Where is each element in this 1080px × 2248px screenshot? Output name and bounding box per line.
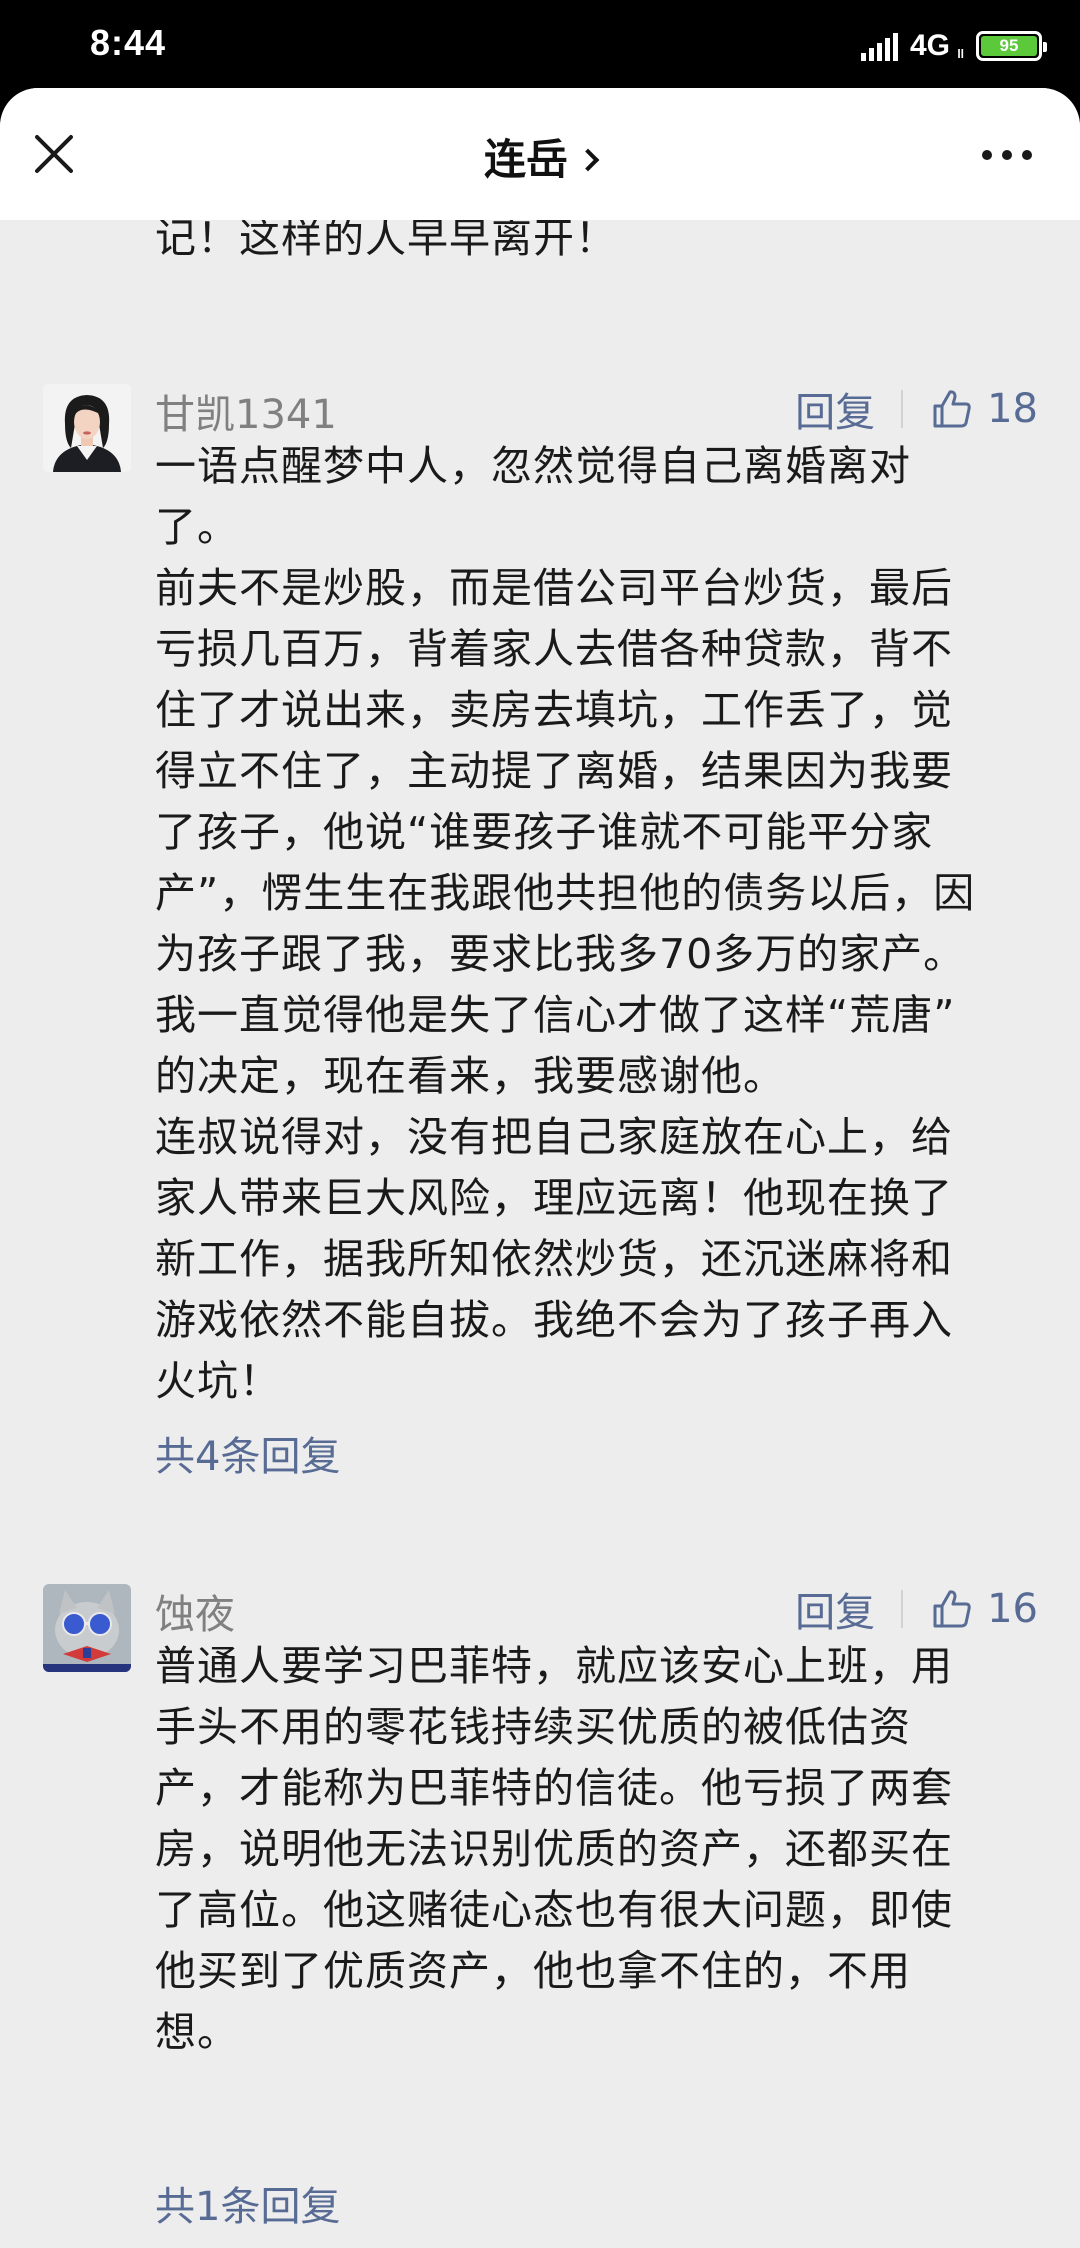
thumbs-up-icon[interactable] [931,1588,973,1630]
like-count: 16 [987,1586,1038,1632]
status-bar: 8:44 4G ll 95 [0,0,1080,92]
comment-line: 前夫不是炒股，而是借公司平台炒货，最后 [155,564,953,612]
comment-line: 一语点醒梦中人，忽然觉得自己离婚离对 [155,442,911,490]
more-options-icon[interactable] [982,150,1032,160]
status-time: 8:44 [90,22,167,63]
comment-text: 一语点醒梦中人，忽然觉得自己离婚离对 了。 前夫不是炒股，而是借公司平台炒货，最… [155,436,1035,1412]
action-divider [901,390,904,428]
comment-text: 普通人要学习巴菲特，就应该安心上班，用 手头不用的零花钱持续买优质的被低估资 产… [155,1636,1035,2063]
avatar[interactable] [43,1584,131,1672]
comment-line: 连叔说得对，没有把自己家庭放在心上，给 [155,1113,953,1161]
chevron-right-icon [576,148,600,172]
reply-button[interactable]: 回复 [795,380,875,438]
comment-line: 想。 [155,2008,239,2056]
comment-line: 产”，愣生生在我跟他共担他的债务以后，因 [155,869,976,917]
status-indicators: 4G ll 95 [860,26,1047,66]
comment-line: 他买到了优质资产，他也拿不住的，不用 [155,1947,911,1995]
comment-line: 家人带来巨大风险，理应远离！他现在换了 [155,1174,953,1222]
battery-icon: 95 [976,31,1047,61]
network-type: 4G ll [909,29,964,63]
comment-line: 住了才说出来，卖房去填坑，工作丢了，觉 [155,686,953,734]
comment-line: 亏损几百万，背着家人去借各种贷款，背不 [155,625,953,673]
comment-line: 的决定，现在看来，我要感谢他。 [155,1052,785,1100]
comment-line: 得立不住了，主动提了离婚，结果因为我要 [155,747,953,795]
comment-line: 房，说明他无法识别优质的资产，还都买在 [155,1825,953,1873]
avatar-woman-image [43,384,131,472]
avatar[interactable] [43,384,131,472]
comment-line: 了孩子，他说“谁要孩子谁就不可能平分家 [155,808,934,856]
action-divider [901,1590,904,1628]
reply-button[interactable]: 回复 [795,1580,875,1638]
view-replies-link[interactable]: 共1条回复 [155,2174,340,2232]
comment-line: 普通人要学习巴菲特，就应该安心上班，用 [155,1642,953,1690]
comment-line: 为孩子跟了我，要求比我多70多万的家产。 [155,930,966,978]
comment-line: 了高位。他这赌徒心态也有很大问题，即使 [155,1886,953,1934]
comment-line: 火坑！ [155,1357,281,1405]
comment-author[interactable]: 甘凯1341 [155,382,337,440]
comment-actions: 回复 16 [795,1580,1038,1638]
comment-line: 产，才能称为巴菲特的信徒。他亏损了两套 [155,1764,953,1812]
signal-icon [860,31,898,61]
battery-level: 95 [981,36,1037,56]
network-label: 4G [909,29,950,62]
comment-line: 手头不用的零花钱持续买优质的被低估资 [155,1703,911,1751]
comment-line: 我一直觉得他是失了信心才做了这样“荒唐” [155,991,956,1039]
like-count: 18 [987,386,1038,432]
comment-line: 了。 [155,503,239,551]
page-title[interactable]: 连岳 [0,126,1080,187]
network-sub: ll [957,47,964,61]
view-replies-link[interactable]: 共4条回复 [155,1424,340,1482]
comment-line: 新工作，据我所知依然炒货，还沉迷麻将和 [155,1235,953,1283]
comments-sheet: 记！这样的人早早离开！ 甘凯1341 回复 18 一语点醒梦中人，忽然觉得自己离… [0,88,1080,2248]
nav-bar: 连岳 [0,88,1080,220]
comment-line: 游戏依然不能自拔。我绝不会为了孩子再入 [155,1296,953,1344]
comment-author[interactable]: 蚀夜 [155,1582,235,1640]
page-title-text: 连岳 [483,135,568,184]
thumbs-up-icon[interactable] [931,388,973,430]
avatar-cat-image [43,1584,131,1672]
comment-actions: 回复 18 [795,380,1038,438]
